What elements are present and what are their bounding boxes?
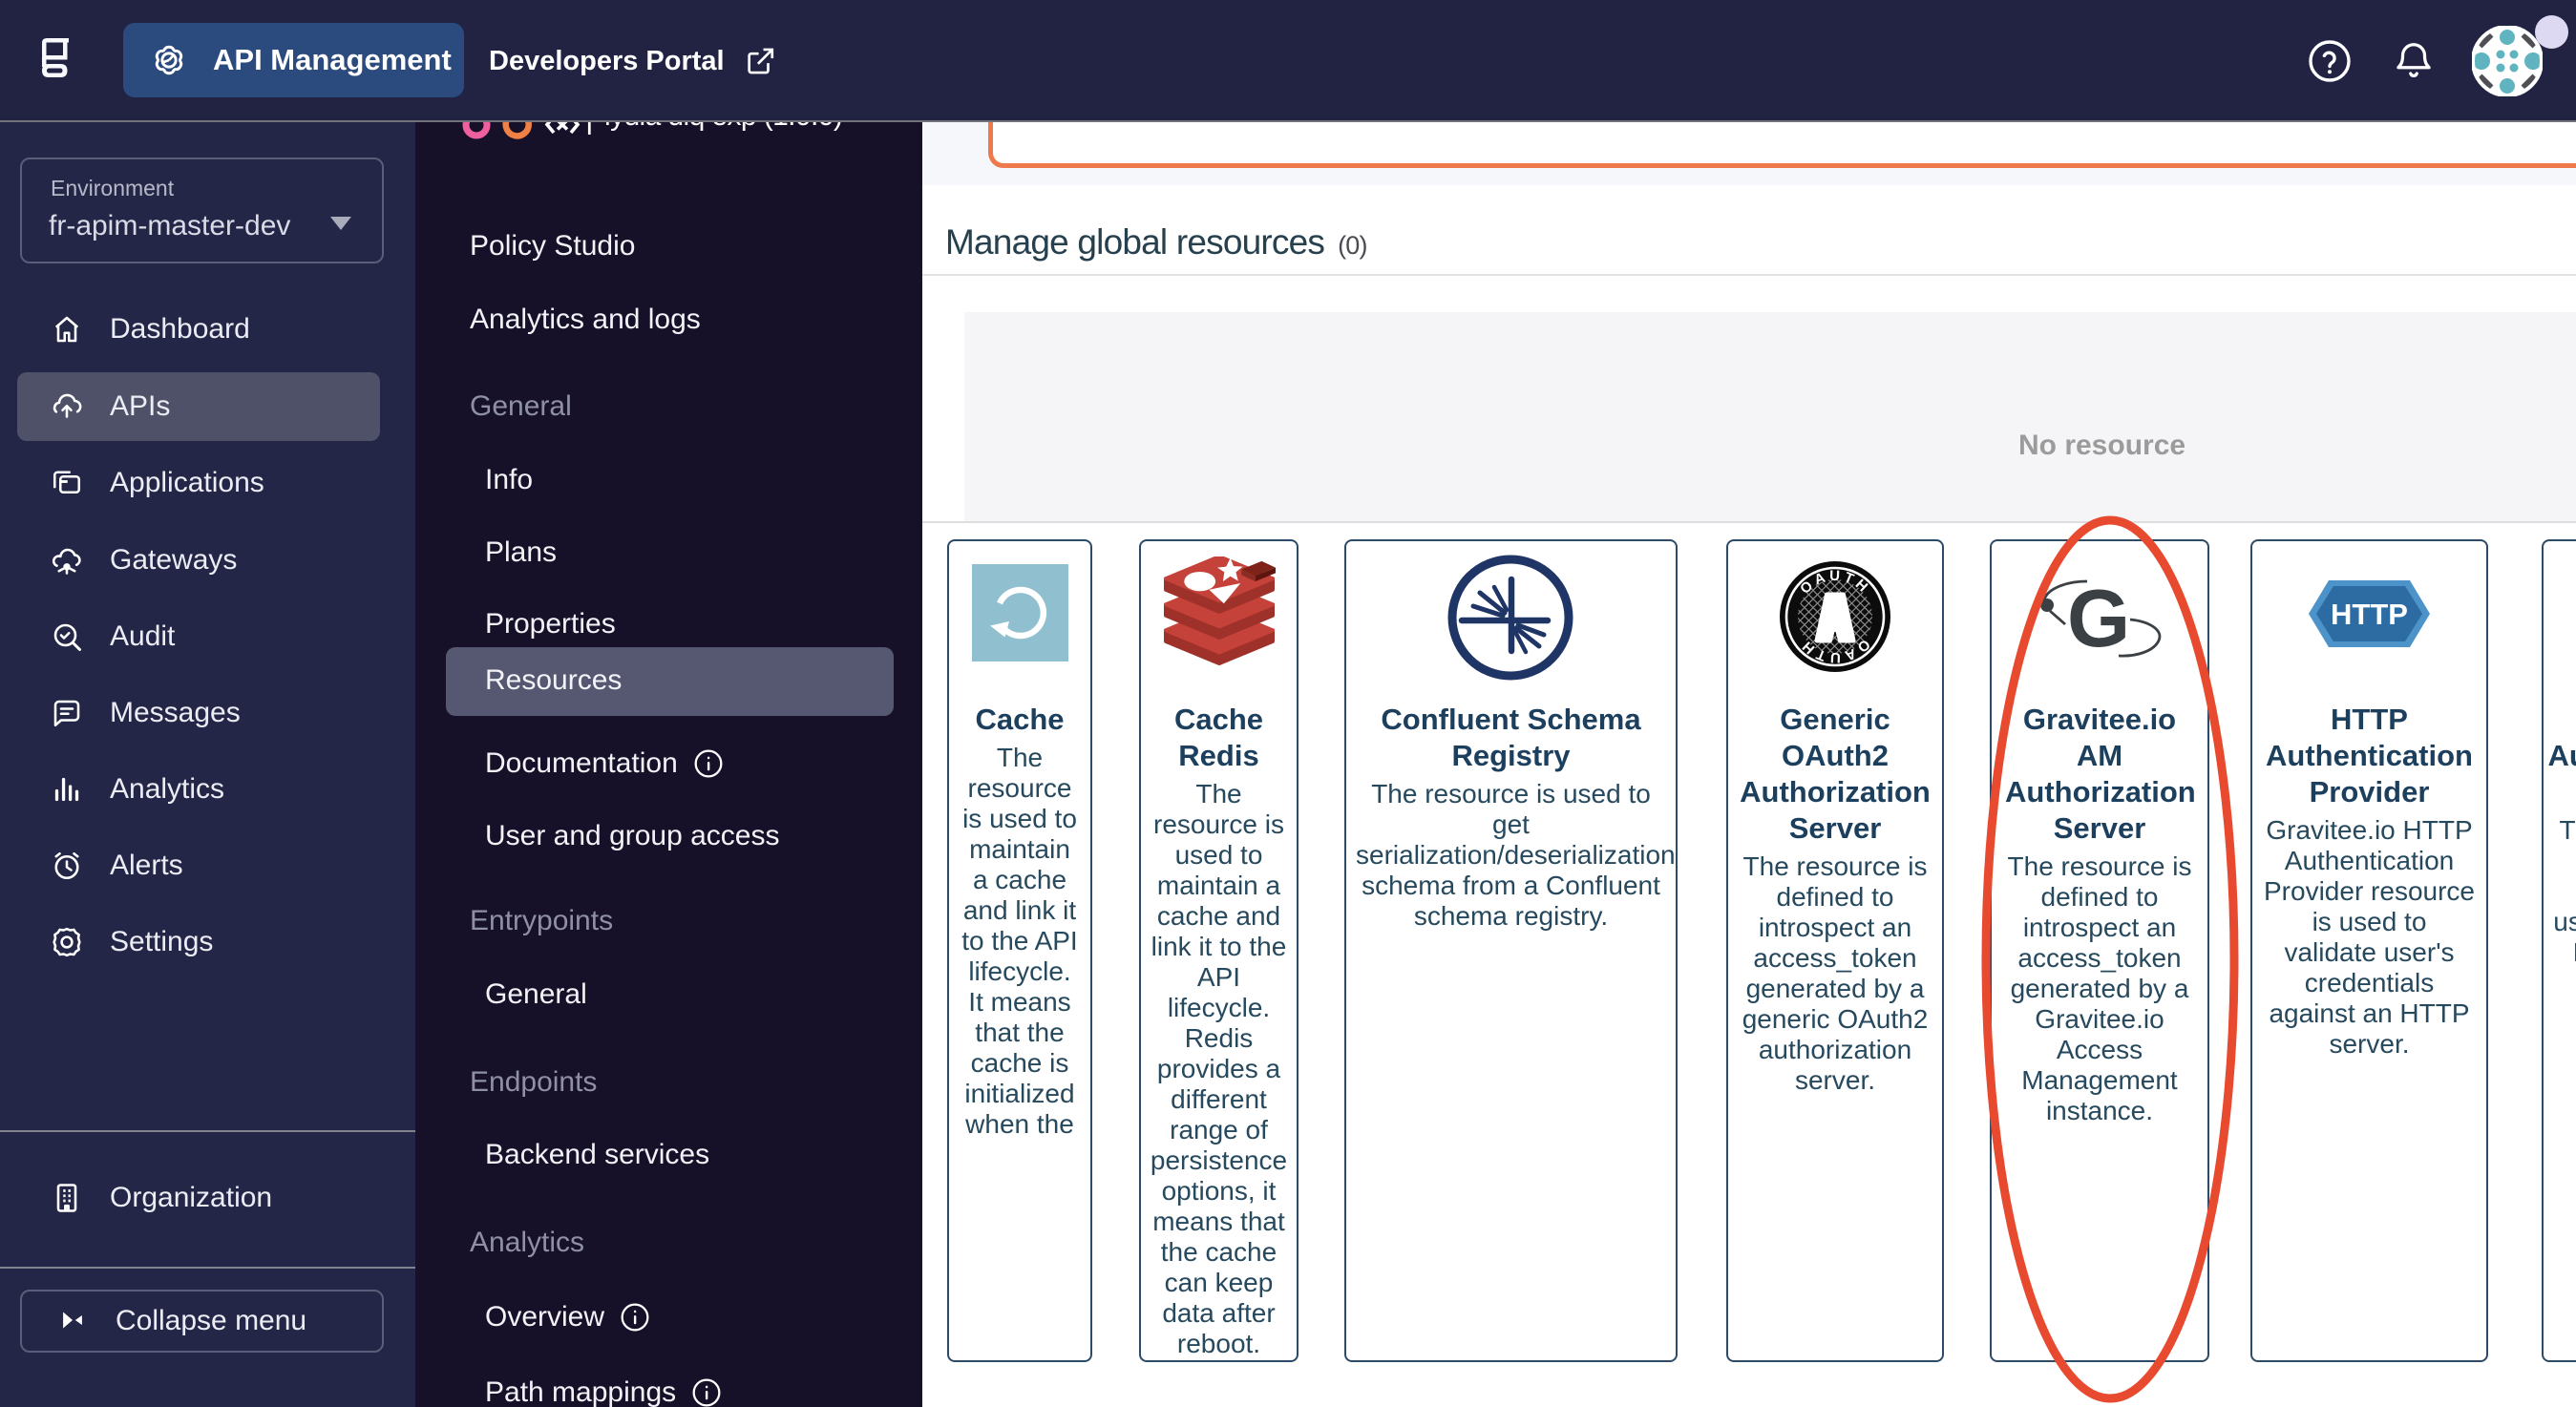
svg-text:HTTP: HTTP — [2331, 598, 2408, 631]
